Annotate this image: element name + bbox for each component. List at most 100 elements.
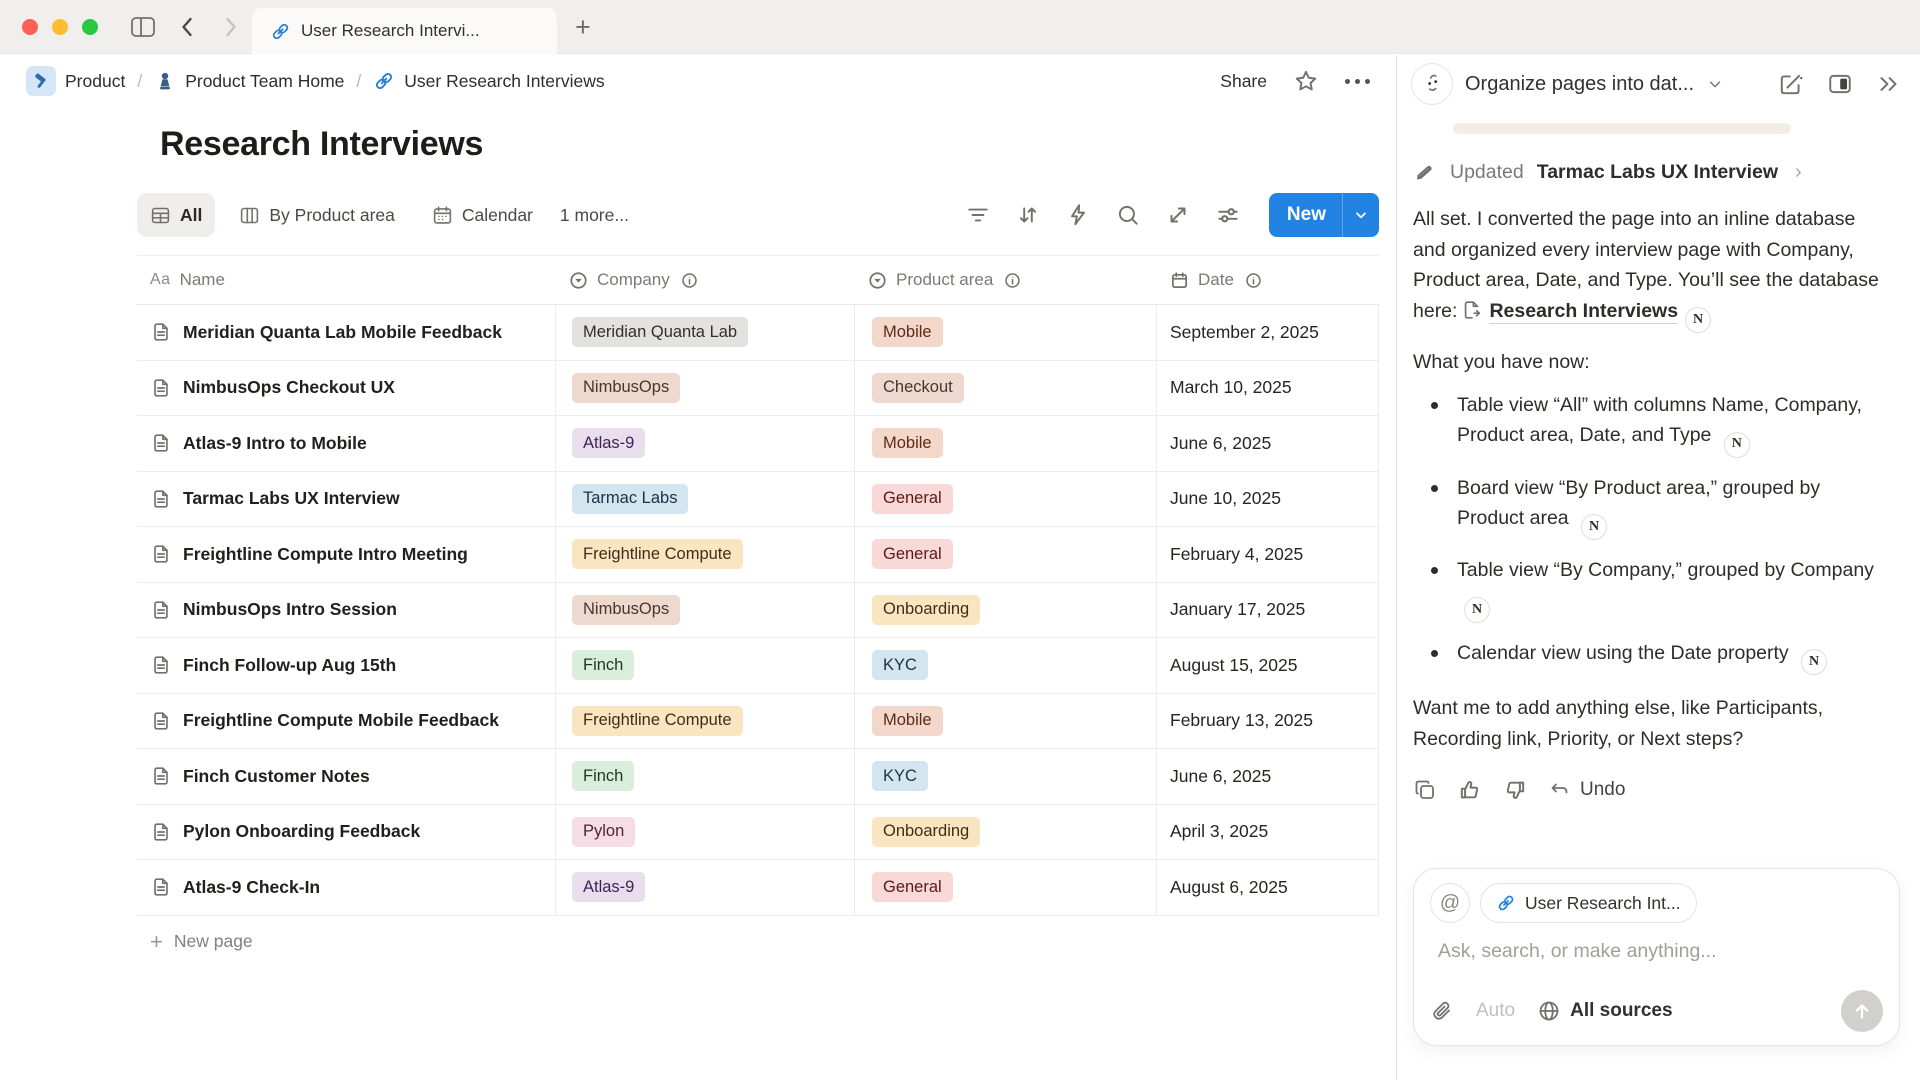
table-row[interactable]: NimbusOps Intro Session NimbusOps Onboar… (137, 583, 1379, 639)
more-options-icon[interactable] (1345, 79, 1370, 84)
notion-page-badge[interactable]: N (1801, 649, 1827, 675)
thumbs-up-icon[interactable] (1458, 778, 1482, 802)
more-views-link[interactable]: 1 more... (560, 193, 629, 237)
company-tag[interactable]: Freightline Compute (572, 539, 743, 569)
title-property-icon: Aa (150, 271, 171, 289)
browser-tab[interactable]: User Research Intervi... (252, 8, 557, 54)
link-icon (270, 21, 291, 42)
product-area-tag[interactable]: Mobile (872, 706, 943, 736)
collapse-double-chevron-icon[interactable] (1876, 71, 1902, 97)
toggle-panel-icon[interactable] (1827, 71, 1853, 97)
view-tab-by-product-area[interactable]: By Product area (226, 193, 407, 237)
toggle-sidebar-icon[interactable] (130, 15, 156, 39)
new-tab-button[interactable]: + (575, 13, 591, 41)
expand-icon[interactable] (1165, 202, 1191, 228)
breadcrumb-item-current-page[interactable]: User Research Interviews (373, 70, 604, 92)
info-icon (681, 272, 698, 289)
context-chip[interactable]: User Research Int... (1480, 883, 1697, 923)
table-row[interactable]: Finch Customer Notes Finch KYC June 6, 2… (137, 749, 1379, 805)
mention-button[interactable]: @ (1430, 883, 1470, 923)
table-row[interactable]: Meridian Quanta Lab Mobile Feedback Meri… (137, 305, 1379, 361)
product-area-tag[interactable]: Mobile (872, 428, 943, 458)
column-header-product-area[interactable]: Product area (855, 256, 1157, 304)
new-page-button[interactable]: + New page (137, 916, 1379, 968)
row-date: August 15, 2025 (1170, 655, 1297, 676)
new-chat-compose-icon[interactable] (1778, 71, 1804, 97)
product-area-tag[interactable]: Onboarding (872, 817, 980, 847)
filter-icon[interactable] (965, 202, 991, 228)
view-tab-calendar[interactable]: Calendar (419, 193, 546, 237)
thumbs-down-icon[interactable] (1503, 778, 1527, 802)
row-date: June 6, 2025 (1170, 766, 1271, 787)
company-tag[interactable]: Finch (572, 650, 634, 680)
table-row[interactable]: Atlas-9 Check-In Atlas-9 General August … (137, 860, 1379, 916)
settings-sliders-icon[interactable] (1215, 202, 1241, 228)
notion-page-badge[interactable]: N (1581, 514, 1607, 540)
page-document-icon (150, 432, 172, 454)
table-row[interactable]: Tarmac Labs UX Interview Tarmac Labs Gen… (137, 472, 1379, 528)
ai-composer[interactable]: @ User Research Int... Ask, search, or m… (1413, 868, 1900, 1046)
new-button[interactable]: New (1269, 193, 1379, 237)
view-tab-all[interactable]: All (137, 193, 215, 237)
browser-chrome: User Research Intervi... + (0, 0, 1920, 54)
company-tag[interactable]: Meridian Quanta Lab (572, 317, 748, 347)
attach-paperclip-icon[interactable] (1430, 999, 1454, 1023)
breadcrumb-item-team-home[interactable]: Product Team Home (154, 70, 344, 92)
link-icon (373, 70, 395, 92)
database-link[interactable]: Research Interviews (1489, 300, 1678, 324)
company-tag[interactable]: Freightline Compute (572, 706, 743, 736)
send-button[interactable] (1841, 990, 1883, 1032)
page-document-icon (150, 821, 172, 843)
product-area-tag[interactable]: KYC (872, 761, 928, 791)
product-area-tag[interactable]: Checkout (872, 373, 964, 403)
product-area-tag[interactable]: General (872, 872, 953, 902)
favorite-star-icon[interactable] (1293, 68, 1319, 94)
share-button[interactable]: Share (1220, 71, 1267, 92)
undo-button[interactable]: Undo (1548, 778, 1625, 802)
company-tag[interactable]: Pylon (572, 817, 635, 847)
table-row[interactable]: Atlas-9 Intro to Mobile Atlas-9 Mobile J… (137, 416, 1379, 472)
copy-icon[interactable] (1413, 778, 1437, 802)
forward-button[interactable] (218, 15, 242, 39)
notion-page-badge[interactable]: N (1724, 432, 1750, 458)
table-row[interactable]: Freightline Compute Mobile Feedback Frei… (137, 694, 1379, 750)
company-tag[interactable]: Atlas-9 (572, 872, 645, 902)
table-row[interactable]: Finch Follow-up Aug 15th Finch KYC Augus… (137, 638, 1379, 694)
column-header-name[interactable]: Aa Name (137, 256, 556, 304)
product-area-tag[interactable]: General (872, 484, 953, 514)
column-header-company[interactable]: Company (556, 256, 855, 304)
composer-input[interactable]: Ask, search, or make anything... (1438, 940, 1883, 963)
new-button-dropdown[interactable] (1342, 193, 1379, 237)
zoom-window-button[interactable] (82, 19, 98, 35)
close-window-button[interactable] (22, 19, 38, 35)
company-tag[interactable]: Finch (572, 761, 634, 791)
all-sources-selector[interactable]: All sources (1537, 999, 1672, 1023)
ai-list-heading: What you have now: (1413, 351, 1890, 374)
company-tag[interactable]: NimbusOps (572, 595, 680, 625)
notion-page-badge[interactable]: N (1464, 597, 1490, 623)
table-row[interactable]: Freightline Compute Intro Meeting Freigh… (137, 527, 1379, 583)
company-tag[interactable]: Atlas-9 (572, 428, 645, 458)
updated-page-row[interactable]: Updated Tarmac Labs UX Interview › (1413, 160, 1890, 184)
table-row[interactable]: NimbusOps Checkout UX NimbusOps Checkout… (137, 361, 1379, 417)
notion-page-badge[interactable]: N (1685, 307, 1711, 333)
product-area-tag[interactable]: Onboarding (872, 595, 980, 625)
automation-lightning-icon[interactable] (1065, 202, 1091, 228)
product-area-tag[interactable]: KYC (872, 650, 928, 680)
database-table: Aa Name Company Product area (137, 256, 1379, 968)
company-tag[interactable]: Tarmac Labs (572, 484, 688, 514)
minimize-window-button[interactable] (52, 19, 68, 35)
company-tag[interactable]: NimbusOps (572, 373, 680, 403)
breadcrumb-item-product[interactable]: Product (26, 66, 125, 96)
product-area-tag[interactable]: General (872, 539, 953, 569)
sort-icon[interactable] (1015, 202, 1041, 228)
product-area-tag[interactable]: Mobile (872, 317, 943, 347)
chevron-down-icon[interactable] (1706, 75, 1724, 93)
search-icon[interactable] (1115, 202, 1141, 228)
ai-thread-title[interactable]: Organize pages into dat... (1465, 73, 1694, 96)
date-property-icon (1170, 271, 1189, 290)
auto-mode-label[interactable]: Auto (1476, 1000, 1515, 1022)
column-header-date[interactable]: Date (1157, 256, 1379, 304)
back-button[interactable] (176, 15, 200, 39)
table-row[interactable]: Pylon Onboarding Feedback Pylon Onboardi… (137, 805, 1379, 861)
